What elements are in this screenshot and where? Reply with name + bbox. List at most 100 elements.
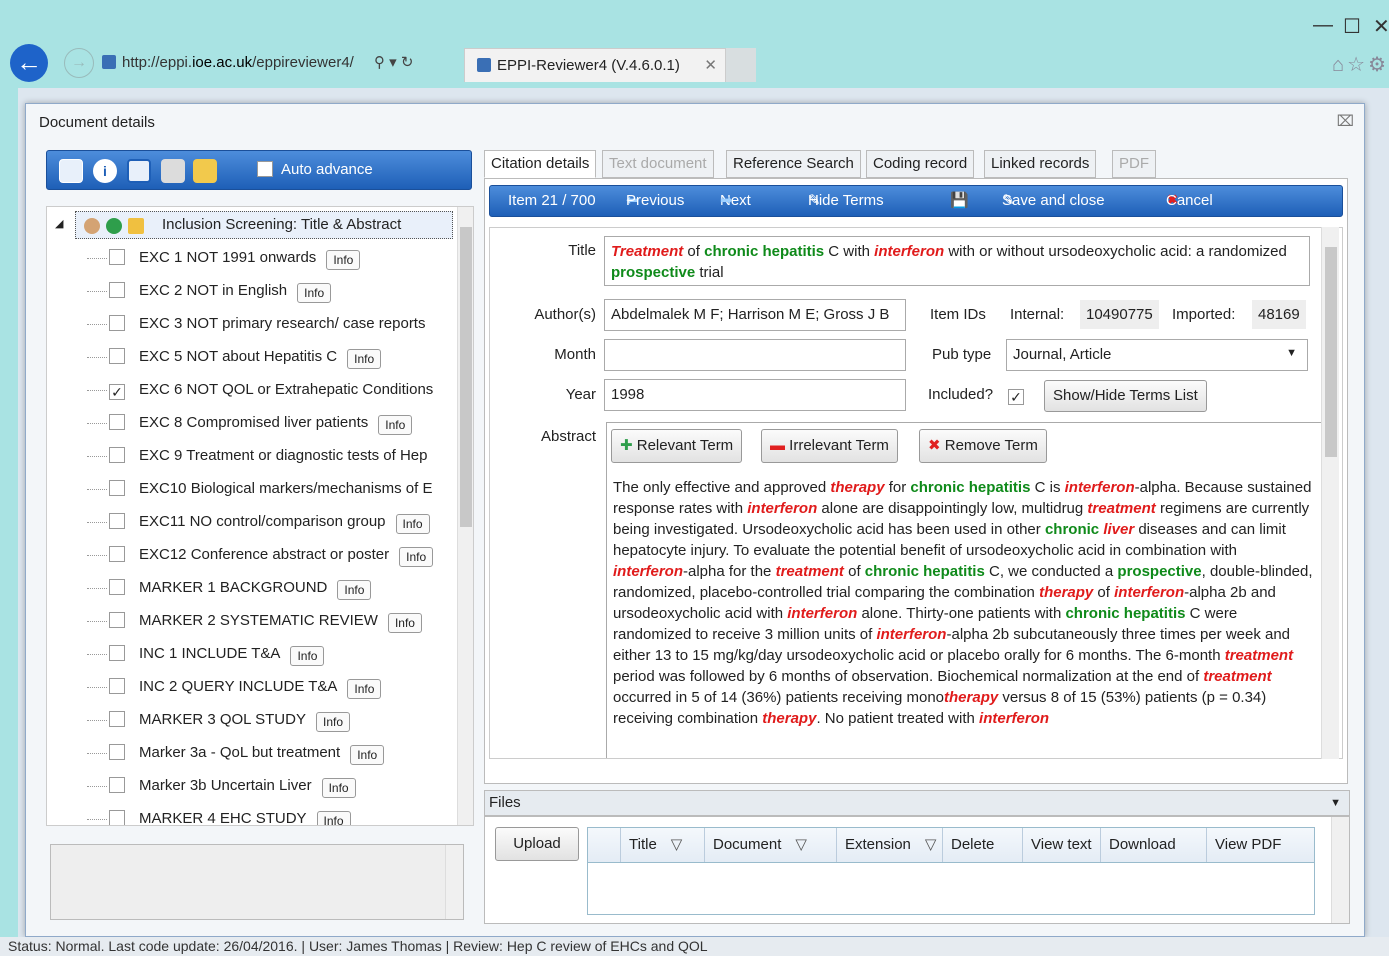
- remove-term-button[interactable]: ✖ Remove Term: [919, 429, 1047, 463]
- title-field[interactable]: Treatment of chronic hepatitis C with in…: [604, 236, 1310, 286]
- month-field[interactable]: [604, 339, 906, 371]
- code-checkbox[interactable]: [109, 513, 125, 529]
- code-info-button[interactable]: Info: [316, 811, 351, 825]
- code-info-button[interactable]: Info: [387, 613, 422, 633]
- code-info-button[interactable]: Info: [326, 250, 361, 270]
- new-tab-button[interactable]: [726, 48, 756, 82]
- authors-field[interactable]: Abdelmalek M F; Harrison M E; Gross J B: [604, 299, 906, 331]
- print-icon[interactable]: [161, 159, 185, 183]
- filter-funnel-icon[interactable]: ▽: [911, 836, 937, 853]
- code-checkbox[interactable]: [109, 711, 125, 727]
- code-info-button[interactable]: Info: [378, 415, 413, 435]
- filter-funnel-icon[interactable]: ▽: [781, 836, 807, 853]
- tab-citation-details[interactable]: Citation details: [484, 150, 597, 178]
- code-item[interactable]: EXC 8 Compromised liver patients Info: [109, 410, 455, 436]
- code-info-button[interactable]: Info: [321, 778, 356, 798]
- address-bar[interactable]: http://eppi.ioe.ac.uk/eppireviewer4/ ⚲ ▾…: [102, 50, 462, 76]
- column-download[interactable]: Download: [1100, 828, 1176, 862]
- auto-advance-checkbox[interactable]: [257, 161, 273, 177]
- code-checkbox[interactable]: [109, 546, 125, 562]
- code-checkbox[interactable]: ✓: [109, 384, 125, 400]
- code-item[interactable]: EXC11 NO control/comparison group Info: [109, 509, 455, 535]
- back-arrow-icon[interactable]: ←: [10, 44, 48, 82]
- show-hide-terms-button[interactable]: Show/Hide Terms List: [1044, 380, 1207, 412]
- settings-gear-icon[interactable]: ⚙: [1368, 54, 1389, 76]
- abstract-box[interactable]: ✚ Relevant Term ▬ Irrelevant Term ✖ Remo…: [606, 422, 1328, 758]
- collapse-arrow-icon[interactable]: ▼: [1330, 791, 1341, 815]
- code-checkbox[interactable]: [109, 480, 125, 496]
- code-checkbox[interactable]: [109, 777, 125, 793]
- files-scrollbar[interactable]: [1331, 817, 1349, 923]
- notes-box[interactable]: [50, 844, 464, 920]
- code-item[interactable]: MARKER 4 EHC STUDY Info: [109, 806, 455, 825]
- maximize-icon[interactable]: ☐: [1343, 14, 1361, 39]
- code-info-button[interactable]: Info: [290, 646, 325, 666]
- highlight-terms-icon[interactable]: [193, 159, 217, 183]
- notes-scrollbar[interactable]: [445, 845, 463, 919]
- tab-pdf[interactable]: PDF: [1112, 150, 1156, 178]
- code-item[interactable]: INC 1 INCLUDE T&A Info: [109, 641, 455, 667]
- code-item[interactable]: Marker 3a - QoL but treatment Info: [109, 740, 455, 766]
- code-info-button[interactable]: Info: [315, 712, 350, 732]
- irrelevant-term-button[interactable]: ▬ Irrelevant Term: [761, 429, 898, 463]
- code-checkbox[interactable]: [109, 348, 125, 364]
- dialog-close-icon[interactable]: ⌧: [1337, 112, 1354, 130]
- tab-reference-search[interactable]: Reference Search: [726, 150, 861, 178]
- code-info-button[interactable]: Info: [399, 547, 434, 567]
- browser-tab[interactable]: EPPI-Reviewer4 (V.4.6.0.1) ✕: [464, 48, 726, 82]
- code-item[interactable]: EXC12 Conference abstract or poster Info: [109, 542, 455, 568]
- code-checkbox[interactable]: [109, 612, 125, 628]
- code-item[interactable]: MARKER 2 SYSTEMATIC REVIEW Info: [109, 608, 455, 634]
- code-checkbox[interactable]: [109, 579, 125, 595]
- code-info-button[interactable]: Info: [297, 283, 332, 303]
- code-checkbox[interactable]: [109, 282, 125, 298]
- filter-funnel-icon[interactable]: ▽: [657, 836, 683, 853]
- code-info-button[interactable]: Info: [350, 745, 385, 765]
- close-window-icon[interactable]: ✕: [1373, 14, 1389, 39]
- code-item[interactable]: EXC 5 NOT about Hepatitis C Info: [109, 344, 455, 370]
- code-item[interactable]: EXC10 Biological markers/mechanisms of E: [109, 476, 455, 502]
- code-item[interactable]: EXC 9 Treatment or diagnostic tests of H…: [109, 443, 455, 469]
- code-checkbox[interactable]: [109, 645, 125, 661]
- code-info-button[interactable]: Info: [337, 580, 372, 600]
- included-checkbox[interactable]: ✓: [1008, 386, 1032, 405]
- column-title[interactable]: Title ▽: [620, 828, 682, 862]
- home-icon[interactable]: ⌂: [1332, 54, 1347, 76]
- code-info-button[interactable]: Info: [347, 349, 382, 369]
- files-header[interactable]: Files ▼: [484, 790, 1350, 816]
- code-item[interactable]: EXC 3 NOT primary research/ case reports: [109, 311, 455, 337]
- favorites-star-icon[interactable]: ☆: [1347, 54, 1368, 76]
- code-checkbox[interactable]: [109, 678, 125, 694]
- search-dropdown-icon[interactable]: ⚲ ▾ ↻: [374, 54, 413, 71]
- column-document[interactable]: Document ▽: [704, 828, 807, 862]
- tab-text-document[interactable]: Text document: [602, 150, 714, 178]
- code-checkbox[interactable]: [109, 249, 125, 265]
- tree-root-inclusion-screening[interactable]: Inclusion Screening: Title & Abstract: [75, 211, 453, 239]
- code-checkbox[interactable]: [109, 414, 125, 430]
- column-view-text[interactable]: View text: [1022, 828, 1092, 862]
- properties-icon[interactable]: [127, 159, 151, 183]
- column-delete[interactable]: Delete: [942, 828, 994, 862]
- code-item[interactable]: EXC 1 NOT 1991 onwards Info: [109, 245, 455, 271]
- upload-button[interactable]: Upload: [495, 827, 579, 861]
- code-item[interactable]: Marker 3b Uncertain Liver Info: [109, 773, 455, 799]
- code-checkbox[interactable]: [109, 315, 125, 331]
- add-document-icon[interactable]: [59, 159, 83, 183]
- code-info-button[interactable]: Info: [395, 514, 430, 534]
- column-view-pdf[interactable]: View PDF: [1206, 828, 1281, 862]
- pub-type-select[interactable]: Journal, Article ▼: [1006, 339, 1308, 371]
- tab-linked-records[interactable]: Linked records: [984, 150, 1097, 178]
- code-item[interactable]: EXC 2 NOT in English Info: [109, 278, 455, 304]
- year-field[interactable]: 1998: [604, 379, 906, 411]
- column-extension[interactable]: Extension ▽: [836, 828, 936, 862]
- relevant-term-button[interactable]: ✚ Relevant Term: [611, 429, 743, 463]
- code-checkbox[interactable]: [109, 810, 125, 825]
- tab-coding-record[interactable]: Coding record: [866, 150, 975, 178]
- citation-scrollbar[interactable]: [1321, 227, 1339, 759]
- auto-advance-option[interactable]: Auto advance: [257, 161, 373, 178]
- save-disk-icon[interactable]: 💾: [950, 186, 969, 216]
- code-item[interactable]: MARKER 3 QOL STUDY Info: [109, 707, 455, 733]
- minimize-icon[interactable]: —: [1313, 14, 1333, 37]
- info-icon[interactable]: i: [93, 159, 117, 183]
- code-checkbox[interactable]: [109, 447, 125, 463]
